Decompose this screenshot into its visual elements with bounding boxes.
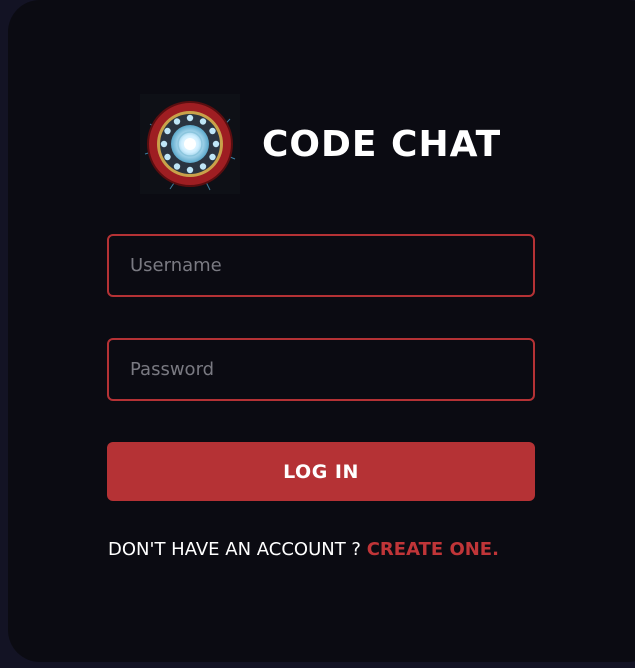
signup-prompt-text: DON'T HAVE AN ACCOUNT ?	[108, 539, 367, 560]
signup-prompt: DON'T HAVE AN ACCOUNT ? CREATE ONE.	[108, 539, 499, 560]
login-button[interactable]: LOG IN	[107, 442, 535, 501]
brand-header: CODE CHAT	[140, 94, 501, 194]
create-account-link[interactable]: CREATE ONE.	[367, 539, 499, 560]
username-input[interactable]	[107, 234, 535, 297]
arc-reactor-icon	[140, 94, 240, 194]
app-title: CODE CHAT	[262, 123, 502, 165]
password-input[interactable]	[107, 338, 535, 401]
